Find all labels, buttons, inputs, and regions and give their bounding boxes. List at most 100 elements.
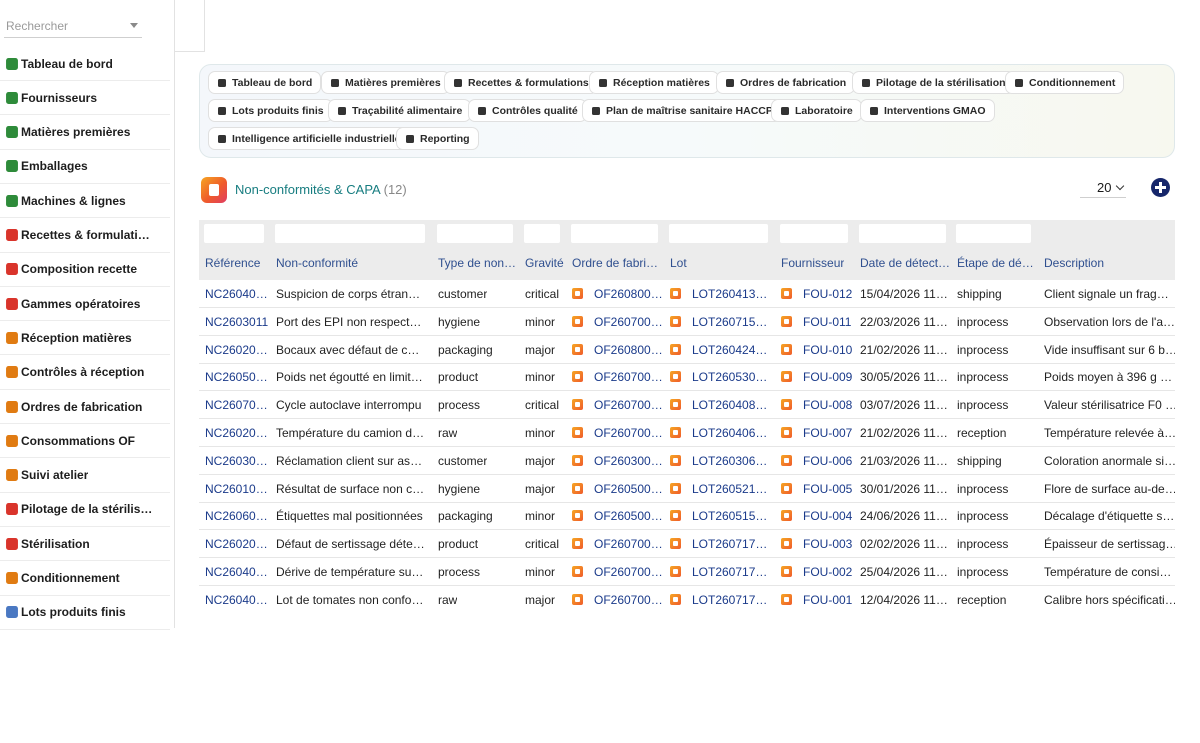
cell-supplier[interactable]: FOU-006	[803, 454, 852, 468]
cell-of[interactable]: OF26080010	[594, 343, 663, 357]
cell-lot[interactable]: LOT260408008	[692, 398, 773, 412]
sidebar-item[interactable]: Ordres de fabrication	[0, 390, 170, 424]
column-filter-input[interactable]	[204, 224, 264, 243]
cell-lot[interactable]: LOT260530009	[692, 370, 773, 384]
cell-supplier[interactable]: FOU-005	[803, 482, 852, 496]
table-row[interactable]: NC2602003 Défaut de sertissage détect… pro…	[199, 530, 1175, 559]
column-filter-input[interactable]	[859, 224, 946, 243]
cell-lot[interactable]: LOT260406007	[692, 426, 773, 440]
cell-ref[interactable]: NC2603006	[205, 454, 269, 468]
nav-pill[interactable]: Interventions GMAO	[860, 99, 995, 122]
sidebar-item[interactable]: Conditionnement	[0, 562, 170, 596]
cell-of[interactable]: OF26070002	[594, 565, 663, 579]
sidebar-search-select[interactable]: Rechercher	[4, 10, 142, 38]
nav-pill[interactable]: Matières premières	[321, 71, 450, 94]
sidebar-item[interactable]: Consommations OF	[0, 424, 170, 459]
cell-lot[interactable]: LOT260715011	[692, 315, 773, 329]
column-header[interactable]: Date de détect…	[860, 256, 950, 270]
column-filter-input[interactable]	[437, 224, 513, 243]
sidebar-item[interactable]: Stérilisation	[0, 527, 170, 562]
table-row[interactable]: NC2604001 Lot de tomates non conform… raw m…	[199, 586, 1175, 613]
cell-lot[interactable]: LOT260413012	[692, 287, 773, 301]
cell-of[interactable]: OF26050005	[594, 482, 663, 496]
cell-of[interactable]: OF26030006	[594, 454, 663, 468]
nav-pill[interactable]: Ordres de fabrication	[716, 71, 856, 94]
column-filter-input[interactable]	[956, 224, 1031, 243]
cell-supplier[interactable]: FOU-001	[803, 593, 852, 607]
cell-supplier[interactable]: FOU-007	[803, 426, 852, 440]
column-filter-input[interactable]	[275, 224, 425, 243]
column-filter-input[interactable]	[780, 224, 848, 243]
nav-pill[interactable]: Laboratoire	[771, 99, 862, 122]
sidebar-item[interactable]: Pilotage de la stérilis…	[0, 493, 170, 527]
cell-of[interactable]: OF26070009	[594, 370, 663, 384]
cell-ref[interactable]: NC2606004	[205, 509, 269, 523]
cell-ref[interactable]: NC2603011	[205, 315, 268, 329]
cell-lot[interactable]: LOT260306006	[692, 454, 773, 468]
sidebar-item[interactable]: Gammes opératoires	[0, 287, 170, 322]
column-filter-input[interactable]	[571, 224, 658, 243]
sidebar-item[interactable]: Suivi atelier	[0, 459, 170, 493]
sidebar-item[interactable]: Lots produits finis	[0, 596, 170, 630]
cell-lot[interactable]: LOT260515004	[692, 509, 773, 523]
column-header[interactable]: Description	[1044, 256, 1104, 270]
table-row[interactable]: NC2603011 Port des EPI non respecté e… hyg…	[199, 308, 1175, 336]
column-header[interactable]: Référence	[205, 256, 260, 270]
table-row[interactable]: NC2601005 Résultat de surface non con… hyg…	[199, 475, 1175, 503]
cell-of[interactable]: OF26070003	[594, 537, 663, 551]
cell-supplier[interactable]: FOU-003	[803, 537, 852, 551]
column-header[interactable]: Lot	[670, 256, 687, 270]
cell-supplier[interactable]: FOU-009	[803, 370, 852, 384]
cell-ref[interactable]: NC2604012	[205, 287, 269, 301]
add-record-button[interactable]	[1151, 178, 1170, 197]
column-header[interactable]: Ordre de fabric…	[572, 256, 663, 270]
nav-pill[interactable]: Contrôles qualité	[468, 99, 587, 122]
caret-down-icon[interactable]	[130, 23, 138, 28]
cell-ref[interactable]: NC2604001	[205, 593, 269, 607]
cell-supplier[interactable]: FOU-012	[803, 287, 852, 301]
cell-of[interactable]: OF26050004	[594, 509, 663, 523]
cell-of[interactable]: OF26070008	[594, 398, 663, 412]
cell-lot[interactable]: LOT260717003	[692, 537, 773, 551]
cell-lot[interactable]: LOT260717001	[692, 593, 773, 607]
column-header[interactable]: Gravité	[525, 256, 564, 270]
nav-pill[interactable]: Reporting	[396, 127, 479, 150]
column-header[interactable]: Étape de dét…	[957, 256, 1036, 270]
cell-ref[interactable]: NC2602010	[205, 343, 269, 357]
cell-ref[interactable]: NC2604002	[205, 565, 269, 579]
cell-supplier[interactable]: FOU-004	[803, 509, 852, 523]
cell-lot[interactable]: LOT260717002	[692, 565, 773, 579]
nav-pill[interactable]: Lots produits finis	[208, 99, 333, 122]
cell-of[interactable]: OF26080012	[594, 287, 663, 301]
sidebar-item[interactable]: Fournisseurs	[0, 81, 170, 116]
table-row[interactable]: NC2602007 Température du camion de l… raw m…	[199, 419, 1175, 447]
page-size-select[interactable]: 20	[1080, 176, 1126, 198]
cell-lot[interactable]: LOT260424010	[692, 343, 773, 357]
table-row[interactable]: NC2604012 Suspicion de corps étranger… cus…	[199, 280, 1175, 308]
cell-supplier[interactable]: FOU-008	[803, 398, 852, 412]
nav-pill[interactable]: Pilotage de la stérilisation	[852, 71, 1015, 94]
table-row[interactable]: NC2603006 Réclamation client sur aspe… cus…	[199, 447, 1175, 475]
cell-of[interactable]: OF26070011	[594, 315, 663, 329]
nav-pill[interactable]: Conditionnement	[1005, 71, 1125, 94]
column-header[interactable]: Type de non…	[438, 256, 516, 270]
cell-ref[interactable]: NC2607008	[205, 398, 269, 412]
cell-supplier[interactable]: FOU-002	[803, 565, 852, 579]
sidebar-item[interactable]: Machines & lignes	[0, 184, 170, 219]
nav-pill[interactable]: Réception matières	[589, 71, 719, 94]
nav-pill[interactable]: Tableau de bord	[208, 71, 322, 94]
sidebar-item[interactable]: Contrôles à réception	[0, 356, 170, 390]
cell-ref[interactable]: NC2601005	[205, 482, 269, 496]
column-header[interactable]: Non-conformité	[276, 256, 358, 270]
column-header[interactable]: Fournisseur	[781, 256, 844, 270]
sidebar-item[interactable]: Réception matières	[0, 321, 170, 356]
nav-pill[interactable]: Traçabilité alimentaire	[328, 99, 472, 122]
sidebar-item[interactable]: Composition recette	[0, 253, 170, 287]
table-row[interactable]: NC2605009 Poids net égoutté en limite … pr…	[199, 363, 1175, 392]
table-row[interactable]: NC2604002 Dérive de température sur l… pro…	[199, 558, 1175, 586]
sidebar-item[interactable]: Recettes & formulati…	[0, 219, 170, 253]
cell-supplier[interactable]: FOU-010	[803, 343, 852, 357]
cell-lot[interactable]: LOT260521005	[692, 482, 773, 496]
cell-of[interactable]: OF26070007	[594, 426, 663, 440]
nav-pill[interactable]: Recettes & formulations	[444, 71, 598, 94]
